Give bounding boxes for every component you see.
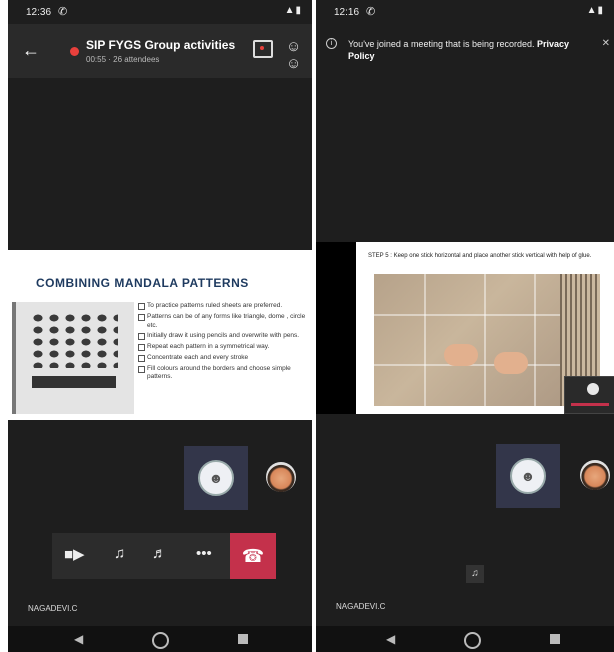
- slide-bullet: To practice patterns ruled sheets are pr…: [138, 302, 308, 311]
- participant-name: NAGADEVI.C: [28, 604, 78, 613]
- slide-bullet: Concentrate each and every stroke: [138, 354, 308, 363]
- participant-tile[interactable]: ☻: [184, 446, 248, 510]
- video-off-icon[interactable]: ■▶: [64, 545, 85, 563]
- slide-bullet: Patterns can be of any forms like triang…: [138, 313, 308, 331]
- nav-recent-icon[interactable]: [550, 634, 560, 644]
- avatar-glyph-icon: ☻: [208, 470, 224, 486]
- hangup-icon: ☎: [241, 546, 265, 566]
- meeting-header: ← SIP FYGS Group activities s... 00:55 ·…: [8, 24, 312, 78]
- grid-line: [424, 274, 426, 406]
- speaker-icon[interactable]: ♬: [152, 545, 167, 562]
- shared-slide: COMBINING MANDALA PATTERNS To practice p…: [8, 250, 312, 420]
- chat-icon[interactable]: [253, 40, 273, 58]
- avatar-glyph-icon: ☻: [520, 468, 536, 484]
- slide-bullets: To practice patterns ruled sheets are pr…: [138, 302, 308, 384]
- nav-home-icon[interactable]: [464, 632, 481, 649]
- recording-banner: i You've joined a meeting that is being …: [316, 34, 614, 74]
- slide-bullet: Repeat each pattern in a symmetrical way…: [138, 343, 308, 352]
- mic-off-icon[interactable]: ♫: [114, 545, 125, 562]
- right-phone-screen: 12:16 ✆ ▲▮ i You've joined a meeting tha…: [316, 0, 614, 652]
- status-bar: 12:36 ✆ ▲▮: [8, 0, 312, 24]
- nav-recent-icon[interactable]: [238, 634, 248, 644]
- pip-status-bar: [571, 403, 609, 406]
- status-time: 12:16: [334, 7, 360, 18]
- participant-name: NAGADEVI.C: [336, 602, 386, 611]
- step-text: STEP 5 : Keep one stick horizontal and p…: [368, 253, 592, 259]
- record-dot-icon: [70, 47, 79, 56]
- hand: [444, 344, 478, 366]
- android-nav-bar: ◀: [8, 626, 312, 652]
- meeting-title: SIP FYGS Group activities s...: [86, 38, 238, 52]
- slide-bullet: Fill colours around the borders and choo…: [138, 365, 308, 383]
- self-preview-pip[interactable]: [564, 376, 614, 414]
- pattern-strip: [32, 376, 116, 388]
- pip-avatar: [587, 383, 599, 395]
- banner-text: You've joined a meeting that is being re…: [348, 38, 598, 62]
- close-icon[interactable]: ✕: [602, 38, 610, 49]
- mic-off-icon[interactable]: ♫: [466, 565, 484, 583]
- participant-tile[interactable]: ☻: [496, 444, 560, 508]
- nav-back-icon[interactable]: ◀: [74, 632, 83, 646]
- status-bar: 12:16 ✆ ▲▮: [316, 0, 614, 24]
- hand: [494, 352, 528, 374]
- nav-home-icon[interactable]: [152, 632, 169, 649]
- meeting-subtitle: 00:55 · 26 attendees: [86, 55, 160, 64]
- back-arrow-icon[interactable]: ←: [22, 40, 40, 61]
- grid-line: [484, 274, 486, 406]
- slide-title: COMBINING MANDALA PATTERNS: [36, 276, 249, 290]
- info-icon: i: [326, 38, 337, 49]
- call-controls: ■▶ ♫ ♬ ••• ☎: [52, 533, 276, 579]
- status-time: 12:36: [26, 7, 52, 18]
- more-icon[interactable]: •••: [196, 545, 212, 562]
- people-icon[interactable]: ☺☺: [286, 38, 312, 72]
- slide-bullet: Initially draw it using pencils and over…: [138, 332, 308, 341]
- banner-message: You've joined a meeting that is being re…: [348, 39, 535, 49]
- avatar: ☻: [198, 460, 234, 496]
- phone-call-icon: ✆: [58, 6, 68, 18]
- shared-content-area: STEP 5 : Keep one stick horizontal and p…: [316, 242, 614, 414]
- pattern-grid: [30, 312, 118, 368]
- notebook-image: [12, 302, 134, 414]
- signal-battery-icon: ▲▮: [284, 5, 302, 16]
- hangup-button[interactable]: ☎: [230, 533, 276, 579]
- avatar: ☻: [510, 458, 546, 494]
- left-phone-screen: 12:36 ✆ ▲▮ ← SIP FYGS Group activities s…: [8, 0, 312, 652]
- grid-line: [534, 274, 536, 406]
- signal-battery-icon: ▲▮: [586, 5, 604, 16]
- phone-call-icon: ✆: [366, 6, 376, 18]
- nav-back-icon[interactable]: ◀: [386, 632, 395, 646]
- android-nav-bar: ◀: [316, 626, 614, 652]
- self-video-avatar[interactable]: [580, 460, 610, 490]
- self-video-avatar[interactable]: [266, 462, 296, 492]
